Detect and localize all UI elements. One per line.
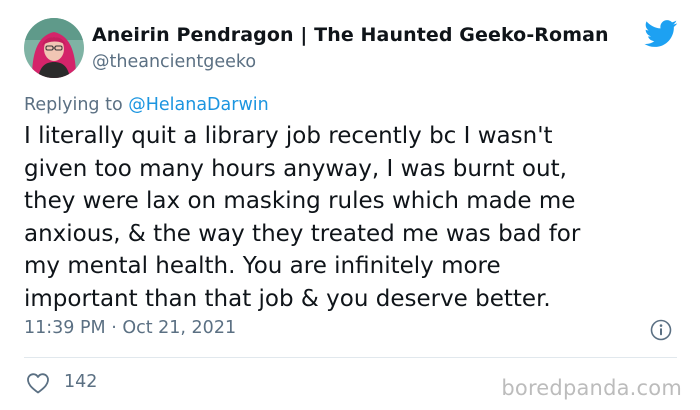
heart-icon[interactable] — [26, 372, 50, 394]
divider — [24, 357, 677, 358]
avatar[interactable] — [24, 18, 84, 78]
tweet-text-line: important than that job & you deserve be… — [24, 285, 551, 312]
replying-to: Replying to @HelanaDarwin — [24, 95, 269, 115]
like-count: 142 — [64, 372, 98, 392]
tweet-text-line: they were lax on masking rules which mad… — [24, 188, 576, 214]
watermark: boredpanda.com — [501, 376, 682, 400]
author-handle[interactable]: @theancientgeeko — [92, 52, 256, 72]
tweet-timestamp[interactable]: 11:39 PM · Oct 21, 2021 — [24, 318, 236, 338]
tweet-text-line: I literally quit a library job recently … — [24, 123, 553, 149]
replying-to-prefix: Replying to — [24, 95, 129, 115]
twitter-bird-icon[interactable] — [644, 20, 678, 48]
avatar-image — [24, 18, 84, 78]
author-display-name[interactable]: Aneirin Pendragon | The Haunted Geeko-Ro… — [92, 24, 609, 46]
tweet-text-line: given too many hours anyway, I was burnt… — [24, 155, 567, 182]
tweet-text-line: anxious, & the way they treated me was b… — [24, 220, 581, 247]
reply-to-handle-link[interactable]: @HelanaDarwin — [128, 95, 269, 115]
tweet-text-line: my mental health. You are infinitely mor… — [24, 253, 501, 279]
tweet-text: I literally quit a library job recently … — [24, 120, 684, 315]
info-icon[interactable] — [650, 319, 672, 341]
